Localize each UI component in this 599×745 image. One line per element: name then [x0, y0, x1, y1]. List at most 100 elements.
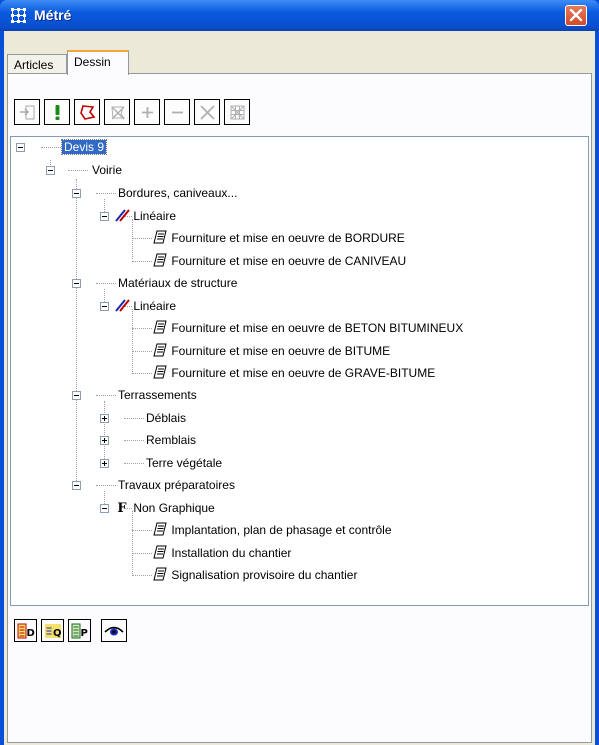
metre-tree[interactable]: Devis 9 Voirie Bordures, caniveaux... Li… — [10, 136, 589, 606]
tab-dessin[interactable]: Dessin — [67, 50, 129, 75]
tree-node-label: Travaux préparatoires — [118, 478, 235, 492]
toggle-collapse[interactable] — [100, 504, 109, 513]
tree-leaf-label: Signalisation provisoire du chantier — [171, 568, 358, 582]
article-icon — [153, 253, 167, 267]
window-title: Métré — [34, 7, 72, 23]
report-q-icon: Q — [45, 624, 62, 639]
tree-node-bordures[interactable]: Bordures, caniveaux... — [118, 184, 237, 202]
tree-leaf-article[interactable]: Fourniture et mise en oeuvre de BORDURE — [152, 229, 405, 247]
tree-leaf-article[interactable]: Signalisation provisoire du chantier — [152, 566, 357, 584]
tree-leaf-label: Implantation, plan de phasage et contrôl… — [171, 523, 392, 537]
tab-articles[interactable]: Articles — [7, 54, 67, 74]
tree-node-label: Terrassements — [118, 388, 197, 402]
toggle-collapse[interactable] — [100, 212, 109, 221]
exclamation-icon — [55, 105, 60, 120]
toggle-collapse[interactable] — [72, 279, 81, 288]
tree-node-root-label: Devis 9 — [60, 139, 108, 155]
eye-icon — [104, 626, 124, 636]
add-button[interactable] — [134, 99, 160, 125]
title-bar[interactable]: Métré — [0, 0, 599, 31]
polygon-icon — [80, 105, 96, 120]
tree-leaf-label: Fourniture et mise en oeuvre de GRAVE-BI… — [171, 366, 436, 380]
article-icon — [153, 567, 167, 581]
tree-node-non-graphique[interactable]: F Non Graphique — [114, 499, 215, 517]
toggle-expand[interactable] — [100, 414, 109, 423]
tree-leaf-article[interactable]: Fourniture et mise en oeuvre de BETON BI… — [152, 319, 463, 337]
tree-node-root[interactable]: Devis 9 — [60, 138, 108, 156]
svg-text:Q: Q — [53, 628, 62, 639]
report-d-button[interactable]: D — [14, 619, 37, 642]
tree-leaf-label: Installation du chantier — [171, 546, 292, 560]
tree-leaf-label: Fourniture et mise en oeuvre de BETON BI… — [171, 321, 464, 335]
tree-leaf-article[interactable]: Fourniture et mise en oeuvre de CANIVEAU — [152, 252, 406, 270]
tree-node-travaux[interactable]: Travaux préparatoires — [118, 476, 235, 494]
tree-node-materiaux[interactable]: Matériaux de structure — [118, 274, 237, 292]
close-button[interactable] — [565, 5, 587, 26]
report-p-button[interactable]: P — [68, 619, 91, 642]
tab-dessin-label: Dessin — [74, 55, 111, 69]
draw-polygon-button[interactable] — [74, 99, 100, 125]
toggle-collapse[interactable] — [72, 391, 81, 400]
delete-polygon-button[interactable] — [104, 99, 130, 125]
tree-node-lineaire[interactable]: Linéaire — [114, 297, 176, 315]
minus-icon — [172, 111, 183, 114]
tree-node-label: Remblais — [146, 433, 197, 447]
report-d-icon: D — [17, 623, 35, 639]
tree-node-label: Matériaux de structure — [118, 276, 238, 290]
line-measure-icon — [115, 209, 130, 222]
tree-node-label: Linéaire — [133, 299, 177, 313]
tree-node-deblais[interactable]: Déblais — [146, 409, 186, 427]
check-button[interactable] — [44, 99, 70, 125]
toggle-expand[interactable] — [100, 436, 109, 445]
tree-leaf-label: Fourniture et mise en oeuvre de BORDURE — [171, 231, 405, 245]
import-button[interactable] — [14, 99, 40, 125]
grid-button[interactable] — [224, 99, 250, 125]
tree-leaf-article[interactable]: Implantation, plan de phasage et contrôl… — [152, 521, 392, 539]
tree-node-terre-vegetale[interactable]: Terre végétale — [146, 454, 222, 472]
tree-node-label: Non Graphique — [133, 501, 215, 515]
tree-node-label: Linéaire — [133, 209, 177, 223]
app-window: Métré Articles Dessin Devis 9 Voirie Bor… — [0, 0, 599, 745]
function-f-icon: F — [117, 501, 127, 516]
svg-text:P: P — [81, 628, 88, 639]
plus-icon — [142, 107, 153, 118]
tree-leaf-article[interactable]: Fourniture et mise en oeuvre de BITUME — [152, 342, 390, 360]
tree-node-terrassements[interactable]: Terrassements — [118, 386, 197, 404]
toggle-collapse[interactable] — [16, 143, 25, 152]
tab-articles-label: Articles — [14, 58, 54, 72]
close-icon — [569, 9, 583, 22]
tree-leaf-article[interactable]: Installation du chantier — [152, 544, 291, 562]
tree-node-label: Déblais — [146, 411, 187, 425]
tree-node-voirie-label: Voirie — [92, 163, 123, 177]
tree-leaf-article[interactable]: Fourniture et mise en oeuvre de GRAVE-BI… — [152, 364, 435, 382]
svg-text:D: D — [27, 628, 35, 639]
view-button[interactable] — [101, 619, 127, 642]
dessin-panel: Devis 9 Voirie Bordures, caniveaux... Li… — [7, 73, 592, 743]
report-p-icon: P — [71, 623, 88, 639]
toggle-collapse[interactable] — [100, 302, 109, 311]
line-measure-icon — [115, 299, 130, 312]
tree-node-remblais[interactable]: Remblais — [146, 431, 196, 449]
remove-button[interactable] — [164, 99, 190, 125]
article-icon — [153, 230, 167, 244]
cross-icon — [200, 105, 215, 120]
toggle-collapse[interactable] — [46, 166, 55, 175]
tree-node-lineaire[interactable]: Linéaire — [114, 207, 176, 225]
app-grid-icon — [11, 8, 26, 23]
toggle-expand[interactable] — [100, 459, 109, 468]
tree-leaf-label: Fourniture et mise en oeuvre de CANIVEAU — [171, 254, 407, 268]
toggle-collapse[interactable] — [72, 189, 81, 198]
article-icon — [153, 320, 167, 334]
import-icon — [20, 105, 35, 120]
window-client: Articles Dessin Devis 9 Voirie Bordures,… — [4, 31, 595, 745]
tree-node-label: Bordures, caniveaux... — [118, 186, 238, 200]
tree-node-voirie[interactable]: Voirie — [92, 161, 122, 179]
delete-button[interactable] — [194, 99, 220, 125]
article-icon — [153, 365, 167, 379]
article-icon — [153, 343, 167, 357]
toggle-collapse[interactable] — [72, 481, 81, 490]
report-q-button[interactable]: Q — [41, 619, 64, 642]
article-icon — [153, 522, 167, 536]
article-icon — [153, 545, 167, 559]
tree-node-label: Terre végétale — [146, 456, 223, 470]
